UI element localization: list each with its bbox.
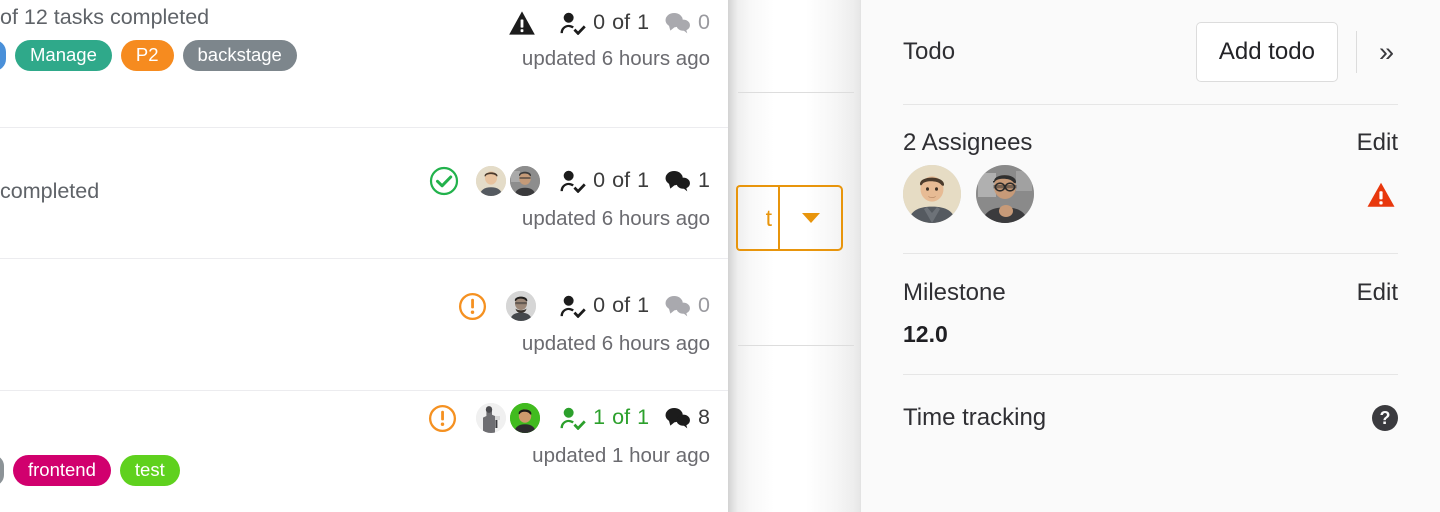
split-button-primary[interactable]: t: [736, 185, 778, 251]
avatar[interactable]: [510, 166, 541, 196]
label-pill[interactable]: P2: [120, 40, 174, 71]
exclamation-circle-icon: [458, 292, 487, 321]
comment-count: 1: [664, 170, 710, 192]
assignee-avatars[interactable]: [476, 166, 541, 196]
updated-timestamp: updated 6 hours ago: [521, 207, 710, 230]
tasks-of-label: of: [612, 168, 631, 193]
task-count: 0 of 1: [559, 12, 649, 35]
comment-count: 8: [664, 407, 710, 429]
panel-divider: [738, 345, 854, 346]
comments-count: 1: [698, 168, 710, 193]
task-count: 0 of 1: [559, 170, 649, 193]
comment-icon: [664, 407, 691, 429]
label-pill[interactable]: Manage: [15, 40, 112, 71]
comment-count: 0: [664, 295, 710, 317]
panel-divider: [738, 92, 854, 93]
updated-timestamp: updated 1 hour ago: [532, 443, 710, 467]
time-tracking-title: Time tracking: [903, 404, 1047, 431]
todo-section: Todo Add todo »: [903, 0, 1398, 104]
issue-list-item[interactable]: completed 0 of 1 1 updated 6 hours ago: [0, 128, 728, 259]
split-button[interactable]: t: [736, 185, 843, 251]
comment-count: 0: [664, 12, 710, 34]
check-circle-icon: [429, 166, 459, 196]
tasks-done: 1: [593, 405, 606, 430]
app-screen: of 12 tasks completed Manage P2 backstag…: [0, 0, 1440, 512]
issue-meta: 1 of 1 8: [428, 403, 710, 433]
tasks-of-label: of: [612, 10, 631, 35]
tasks-done: 0: [593, 293, 606, 318]
assignees-title: 2 Assignees: [903, 129, 1033, 156]
avatar[interactable]: [976, 165, 1034, 223]
milestone-value[interactable]: 12.0: [903, 323, 1398, 346]
issue-meta: 0 of 1 0: [458, 291, 710, 321]
issue-title-text: completed: [0, 179, 100, 203]
tasks-total: 1: [637, 405, 650, 430]
task-user-icon: [559, 170, 586, 193]
avatar[interactable]: [506, 291, 537, 321]
task-count: 1 of 1: [559, 407, 649, 430]
chevron-double-right-icon[interactable]: »: [1375, 38, 1398, 66]
comment-icon: [664, 170, 691, 192]
task-progress-text: of 12 tasks completed: [0, 5, 210, 29]
assignees-edit-button[interactable]: Edit: [1357, 131, 1398, 155]
issue-sidebar: Todo Add todo » 2 Assignees Edit Milesto…: [860, 0, 1440, 512]
issue-list-item[interactable]: frontend test 1 of 1 8 updated 1 hour ag…: [0, 391, 728, 512]
issue-meta: 0 of 1 0: [508, 10, 710, 36]
updated-timestamp: updated 6 hours ago: [521, 47, 710, 70]
label-pill[interactable]: [0, 40, 6, 71]
time-tracking-section: Time tracking ?: [903, 375, 1398, 431]
comments-count: 0: [698, 293, 710, 318]
exclamation-circle-icon: [428, 404, 457, 433]
help-circle-icon[interactable]: ?: [1372, 405, 1398, 431]
tasks-total: 1: [637, 10, 650, 35]
tasks-done: 0: [593, 10, 606, 35]
label-pill[interactable]: [0, 455, 4, 486]
avatar[interactable]: [476, 166, 507, 196]
assignee-avatars[interactable]: [506, 291, 537, 321]
comments-count: 0: [698, 10, 710, 35]
add-todo-button[interactable]: Add todo: [1195, 22, 1338, 82]
task-user-icon: [559, 12, 586, 35]
label-list: frontend test: [0, 455, 428, 486]
toolbar-divider: [1355, 31, 1357, 73]
issue-list: of 12 tasks completed Manage P2 backstag…: [0, 0, 728, 512]
tasks-of-label: of: [612, 405, 631, 430]
warning-triangle-icon: [1367, 182, 1395, 207]
comment-icon: [664, 295, 691, 317]
tasks-total: 1: [637, 168, 650, 193]
caret-down-icon: [801, 213, 820, 223]
tasks-of-label: of: [612, 293, 631, 318]
assignee-avatar-list: [903, 165, 1034, 223]
task-user-icon: [559, 295, 586, 318]
avatar[interactable]: [510, 403, 541, 433]
assignee-avatars[interactable]: [476, 403, 541, 433]
task-user-icon: [559, 407, 586, 430]
task-count: 0 of 1: [559, 295, 649, 318]
label-pill[interactable]: test: [119, 455, 180, 486]
assignee-warning[interactable]: [1364, 177, 1398, 211]
assignees-section: 2 Assignees Edit: [903, 105, 1398, 253]
label-pill[interactable]: backstage: [182, 40, 297, 71]
split-button-dropdown[interactable]: [778, 185, 843, 251]
issue-list-item[interactable]: of 12 tasks completed Manage P2 backstag…: [0, 0, 728, 128]
label-list: Manage P2 backstage: [0, 40, 508, 71]
issue-meta: 0 of 1 1: [429, 166, 710, 196]
tasks-total: 1: [637, 293, 650, 318]
avatar[interactable]: [903, 165, 961, 223]
comments-count: 8: [698, 405, 710, 430]
tasks-done: 0: [593, 168, 606, 193]
milestone-edit-button[interactable]: Edit: [1357, 281, 1398, 305]
issue-list-item[interactable]: 0 of 1 0 updated 6 hours ago: [0, 259, 728, 391]
label-pill[interactable]: frontend: [13, 455, 111, 486]
overlay-panel: t: [728, 0, 860, 512]
milestone-section: Milestone Edit 12.0: [903, 254, 1398, 374]
warning-triangle-icon: [508, 10, 536, 36]
avatar[interactable]: [476, 403, 507, 433]
milestone-title: Milestone: [903, 279, 1006, 306]
updated-timestamp: updated 6 hours ago: [521, 331, 710, 355]
comment-icon: [664, 12, 691, 34]
todo-title: Todo: [903, 38, 956, 65]
